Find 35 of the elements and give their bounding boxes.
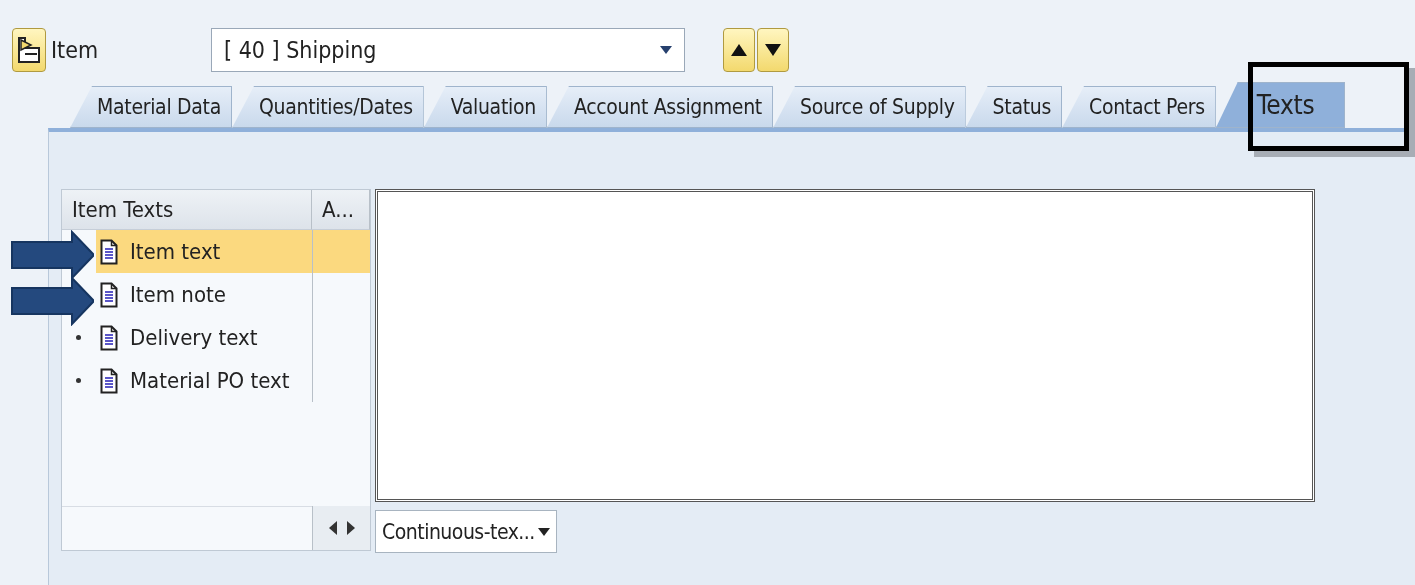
- dropdown-caret-icon: [660, 46, 672, 54]
- pointer-arrow-icon: [10, 276, 94, 326]
- tab[interactable]: Quantities/Dates: [231, 86, 424, 128]
- column-header: Item Texts: [62, 190, 312, 230]
- item-label: Item: [51, 37, 100, 63]
- toggle-button[interactable]: [12, 28, 46, 72]
- tab[interactable]: Texts: [1215, 82, 1346, 128]
- tab[interactable]: Material Data: [70, 86, 232, 128]
- item-dropdown[interactable]: [ 40 ] Shipping: [211, 28, 685, 72]
- scroll-left-icon[interactable]: [328, 521, 337, 535]
- tab[interactable]: Valuation: [423, 86, 547, 128]
- previous-item-button[interactable]: [723, 28, 755, 72]
- panel-icon: [17, 36, 41, 64]
- tab[interactable]: Account Assignment: [546, 86, 773, 128]
- document-icon: [100, 324, 118, 351]
- document-icon: [100, 238, 118, 265]
- column-header: A...: [312, 190, 370, 230]
- down-triangle-icon: [765, 44, 781, 56]
- bullet-icon: [76, 335, 81, 340]
- tree-item[interactable]: Delivery text: [96, 316, 370, 359]
- tree-item[interactable]: Item note: [96, 273, 370, 316]
- document-icon: [100, 281, 118, 308]
- scroll-right-icon[interactable]: [346, 521, 355, 535]
- bullet-icon: [76, 378, 81, 383]
- tab[interactable]: Source of Supply: [772, 86, 966, 128]
- document-icon: [100, 367, 118, 394]
- tree-item[interactable]: Material PO text: [96, 359, 370, 402]
- tab[interactable]: Status: [965, 86, 1062, 128]
- dropdown-caret-icon: [538, 527, 550, 536]
- pointer-arrow-icon: [10, 230, 94, 280]
- tab[interactable]: Contact Pers: [1062, 86, 1216, 128]
- next-item-button[interactable]: [757, 28, 789, 72]
- format-dropdown[interactable]: Continuous-tex...: [375, 510, 557, 553]
- tree-item[interactable]: Item text: [96, 230, 370, 273]
- up-triangle-icon: [731, 44, 747, 56]
